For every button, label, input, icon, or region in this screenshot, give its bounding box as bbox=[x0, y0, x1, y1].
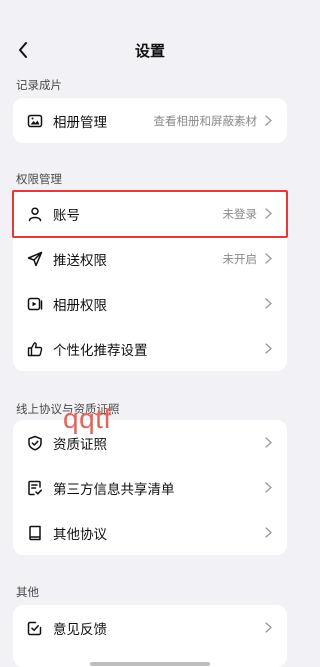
row-label: 相册管理 bbox=[53, 114, 107, 131]
row-other-agreements[interactable]: 其他协议 bbox=[13, 510, 287, 555]
row-label: 意见反馈 bbox=[53, 621, 107, 638]
row-third-party-sharing[interactable]: 第三方信息共享清单 bbox=[13, 465, 287, 510]
row-value: 未开启 bbox=[222, 251, 258, 266]
section-label-other: 其他 bbox=[16, 585, 39, 599]
row-account[interactable]: 账号 未登录 bbox=[13, 191, 287, 236]
watermark-text: qqtf bbox=[63, 403, 112, 434]
row-value: 未登录 bbox=[222, 206, 258, 221]
row-value: 查看相册和屏蔽素材 bbox=[153, 113, 258, 128]
chevron-right-icon bbox=[265, 482, 273, 494]
card-permissions: 账号 未登录 推送权限 未开启 相册权限 个性化推荐设置 bbox=[13, 191, 287, 371]
shield-icon bbox=[27, 435, 43, 451]
row-album-permission[interactable]: 相册权限 bbox=[13, 281, 287, 326]
row-label: 账号 bbox=[53, 207, 80, 224]
chevron-right-icon bbox=[265, 208, 273, 220]
chevron-right-icon bbox=[265, 622, 273, 634]
album-icon bbox=[27, 296, 43, 312]
row-label: 第三方信息共享清单 bbox=[53, 481, 175, 498]
thumbs-up-icon bbox=[27, 341, 43, 357]
book-icon bbox=[27, 525, 43, 541]
card-other: 意见反馈 bbox=[13, 605, 287, 667]
home-indicator bbox=[90, 662, 210, 666]
row-personalized-recommendation[interactable]: 个性化推荐设置 bbox=[13, 326, 287, 371]
row-push-permission[interactable]: 推送权限 未开启 bbox=[13, 236, 287, 281]
card-records: 相册管理 查看相册和屏蔽素材 bbox=[13, 98, 287, 143]
chevron-right-icon bbox=[265, 115, 273, 127]
chevron-right-icon bbox=[265, 298, 273, 310]
row-album-management[interactable]: 相册管理 查看相册和屏蔽素材 bbox=[13, 98, 287, 143]
nav-header: 设置 bbox=[0, 0, 300, 72]
row-label: 相册权限 bbox=[53, 297, 107, 314]
section-label-permissions: 权限管理 bbox=[16, 172, 62, 186]
page-title: 设置 bbox=[134, 42, 165, 60]
row-label: 其他协议 bbox=[53, 526, 107, 543]
row-label: 资质证照 bbox=[53, 436, 107, 453]
send-icon bbox=[27, 251, 43, 267]
row-qualification[interactable]: 资质证照 bbox=[13, 420, 287, 465]
row-label: 推送权限 bbox=[53, 252, 107, 269]
section-label-records: 记录成片 bbox=[16, 78, 62, 92]
feedback-icon bbox=[27, 620, 43, 636]
card-agreements: 资质证照 第三方信息共享清单 其他协议 bbox=[13, 420, 287, 555]
chevron-right-icon bbox=[265, 527, 273, 539]
row-feedback[interactable]: 意见反馈 bbox=[13, 605, 287, 650]
photo-icon bbox=[27, 113, 43, 129]
user-icon bbox=[27, 206, 43, 222]
chevron-right-icon bbox=[265, 437, 273, 449]
chevron-right-icon bbox=[265, 253, 273, 265]
chevron-right-icon bbox=[265, 343, 273, 355]
row-label: 个性化推荐设置 bbox=[53, 342, 148, 359]
checklist-icon bbox=[27, 480, 43, 496]
